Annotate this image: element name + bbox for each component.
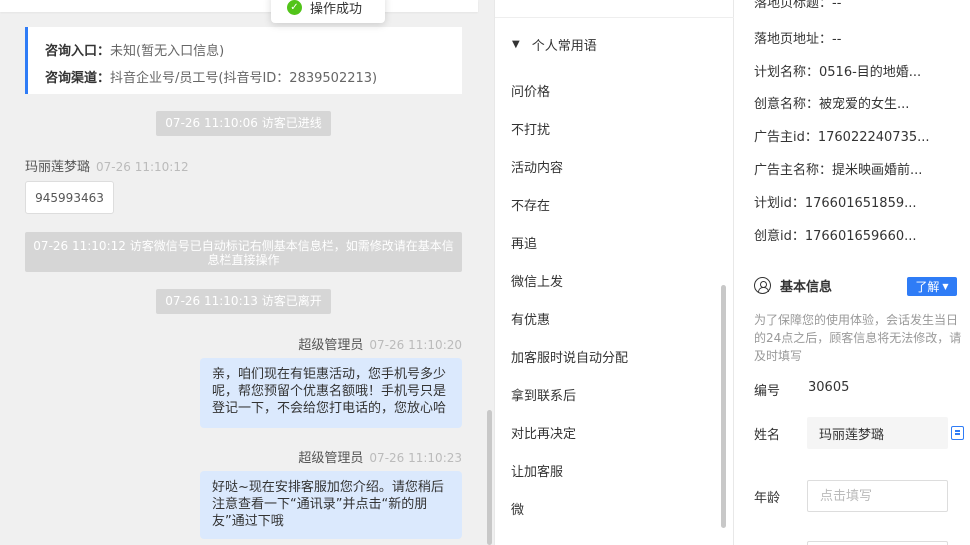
chat-scrollbar[interactable] — [487, 410, 492, 545]
agent-time: 07-26 11:10:23 — [369, 451, 462, 465]
age-input[interactable] — [807, 480, 948, 512]
agent-name: 超级管理员 — [298, 338, 364, 353]
basic-info-title: 基本信息 — [780, 280, 833, 295]
name-label: 姓名 — [754, 428, 781, 443]
system-message-leave: 07-26 11:10:13 访客已离开 — [156, 289, 331, 314]
advertiser-name: 广告主名称：提米映画婚前... — [754, 163, 923, 178]
consult-channel: 咨询渠道：抖音企业号/员工号(抖音号ID：2839502213) — [45, 71, 378, 86]
phrases-group-toggle[interactable]: ▼ 个人常用语 — [512, 35, 597, 54]
agent-time: 07-26 11:10:20 — [369, 338, 462, 352]
id-label: 编号 — [754, 384, 781, 399]
chat-topbar — [0, 0, 478, 12]
phrase-item[interactable]: 加客服时说自动分配 — [511, 347, 628, 366]
phrase-item[interactable]: 问价格 — [511, 81, 550, 100]
phrase-item[interactable]: 微 — [511, 499, 524, 518]
agent-name: 超级管理员 — [298, 451, 364, 466]
phrases-scrollbar[interactable] — [721, 285, 726, 528]
phrase-item[interactable]: 不存在 — [511, 195, 550, 214]
phrase-item[interactable]: 有优惠 — [511, 309, 550, 328]
phrase-item[interactable]: 让加客服 — [511, 461, 563, 480]
phrase-item[interactable]: 再追 — [511, 233, 537, 252]
consult-info-card: 咨询入口：未知(暂无入口信息) 咨询渠道：抖音企业号/员工号(抖音号ID：283… — [25, 27, 462, 94]
caret-down-icon: ▼ — [942, 282, 949, 291]
visitor-message[interactable]: 945993463 — [25, 181, 114, 214]
age-label: 年龄 — [754, 491, 781, 506]
agent-message[interactable]: 亲，咱们现在有钜惠活动，您手机号多少呢，帮您预留个优惠名额哦！手机号只是登记一下… — [200, 358, 462, 428]
agent-message[interactable]: 好哒~现在安排客服加您介绍。请您稍后注意查看一下“通讯录”并点击“新的朋友”通过… — [200, 471, 462, 539]
plan-id: 计划id：176601651859... — [754, 196, 917, 211]
basic-info-header: 基本信息 — [754, 276, 832, 295]
divider — [495, 17, 734, 18]
common-phrases-panel: ▼ 个人常用语 问价格 不打扰 活动内容 不存在 再追 微信上发 有优惠 加客服… — [494, 0, 734, 545]
id-value: 30605 — [808, 380, 850, 395]
learn-more-button[interactable]: 了解 ▼ — [907, 277, 957, 296]
plan-name: 计划名称：0516-目的地婚... — [754, 65, 922, 80]
toast-text: 操作成功 — [310, 2, 363, 17]
phrase-item[interactable]: 微信上发 — [511, 271, 563, 290]
user-circle-icon — [754, 277, 771, 294]
system-message-enter: 07-26 11:10:06 访客已进线 — [156, 111, 331, 136]
visitor-header: 玛丽莲梦璐 07-26 11:10:12 — [25, 156, 189, 175]
agent-header: 超级管理员 07-26 11:10:20 — [298, 334, 462, 353]
name-field[interactable]: 玛丽莲梦璐 — [807, 417, 948, 449]
success-toast: ✓ 操作成功 — [271, 0, 385, 23]
next-field-input[interactable] — [807, 541, 948, 545]
landing-page-title: 落地页标题：-- — [754, 0, 842, 11]
consult-entry: 咨询入口：未知(暂无入口信息) — [45, 44, 225, 59]
phrases-group-title: 个人常用语 — [531, 39, 597, 54]
check-circle-icon: ✓ — [287, 0, 302, 15]
copy-icon[interactable] — [951, 426, 964, 440]
chat-panel: ✓ 操作成功 咨询入口：未知(暂无入口信息) 咨询渠道：抖音企业号/员工号(抖音… — [0, 0, 494, 545]
system-message-wechat: 07-26 11:10:12 访客微信号已自动标记右侧基本信息栏，如需修改请在基… — [25, 232, 462, 272]
phrase-item[interactable]: 不打扰 — [511, 119, 550, 138]
advertiser-id: 广告主id：176022240735... — [754, 130, 930, 145]
phrase-item[interactable]: 拿到联系后 — [511, 385, 576, 404]
agent-header: 超级管理员 07-26 11:10:23 — [298, 447, 462, 466]
phrase-item[interactable]: 对比再决定 — [511, 423, 576, 442]
landing-page-url: 落地页地址：-- — [754, 32, 842, 47]
phrase-item[interactable]: 活动内容 — [511, 157, 563, 176]
edit-notice: 为了保障您的使用体验，会话发生当日的24点之后，顾客信息将无法修改，请及时填写 — [754, 313, 962, 363]
creative-name: 创意名称：被宠爱的女生... — [754, 97, 910, 112]
customer-info-panel: 落地页标题：-- 落地页地址：-- 计划名称：0516-目的地婚... 创意名称… — [735, 0, 970, 545]
caret-down-icon: ▼ — [512, 39, 520, 50]
creative-id: 创意id：176601659660... — [754, 229, 917, 244]
visitor-name: 玛丽莲梦璐 — [25, 160, 91, 175]
visitor-time: 07-26 11:10:12 — [96, 160, 189, 174]
